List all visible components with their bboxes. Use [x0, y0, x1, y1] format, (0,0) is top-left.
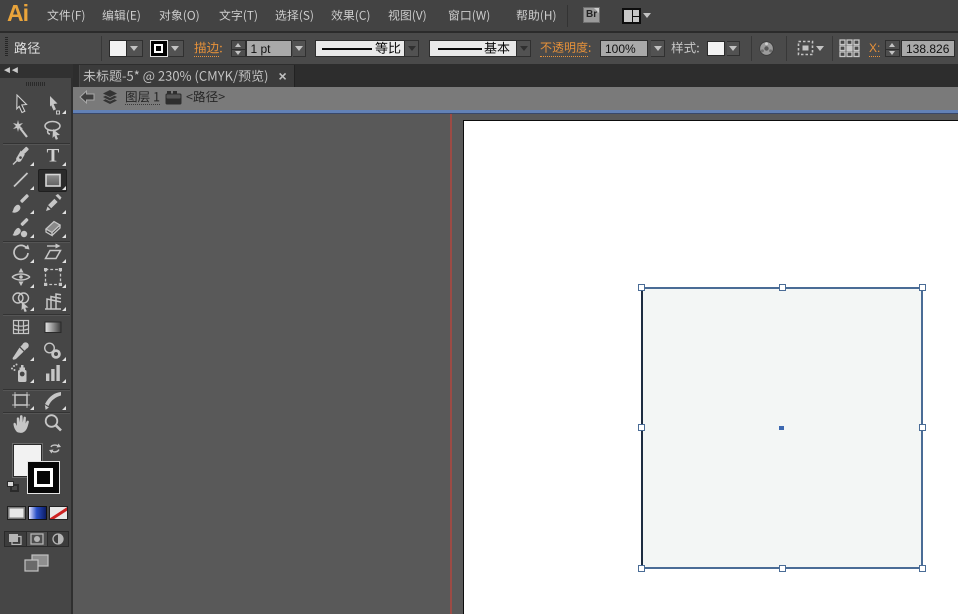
svg-text:T: T	[47, 146, 60, 167]
